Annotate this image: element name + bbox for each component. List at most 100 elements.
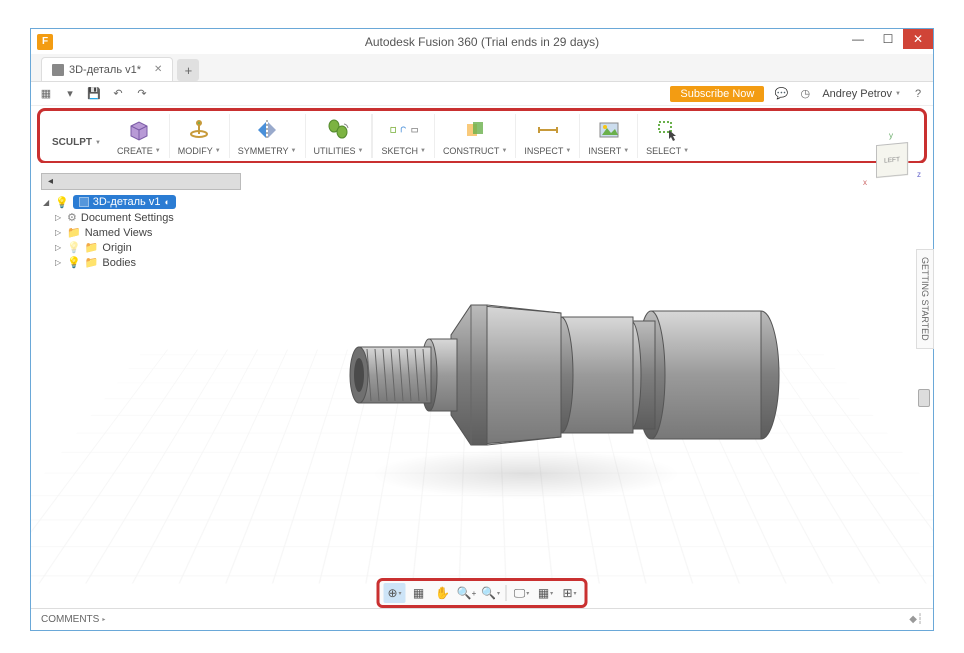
visibility-icon[interactable]: 💡 xyxy=(67,241,81,254)
browser-item-label: Named Views xyxy=(85,227,153,239)
window-title: Autodesk Fusion 360 (Trial ends in 29 da… xyxy=(31,35,933,49)
ribbon-highlight: SCULPT▼ CREATE▼ MODIFY▼ SYMMETRY▼ xyxy=(37,108,927,164)
navbar-highlight: ⊕▾ ▦ ✋ 🔍+ 🔍▾ 🖵▾ ▦▾ ⊞▾ xyxy=(377,578,588,608)
user-name: Andrey Petrov xyxy=(822,88,892,100)
browser-item-label: Origin xyxy=(102,242,131,254)
job-status-icon[interactable]: ◷ xyxy=(798,87,812,101)
modify-icon[interactable] xyxy=(185,116,213,144)
expand-icon[interactable]: ▷ xyxy=(55,228,63,237)
insert-label[interactable]: INSERT▼ xyxy=(588,146,629,156)
file-menu-icon[interactable]: ▾ xyxy=(63,87,77,101)
browser-item-origin[interactable]: ▷ 💡 📁 Origin xyxy=(41,240,241,255)
ribbon-group-inspect: INSPECT▼ xyxy=(516,114,580,158)
subscribe-button[interactable]: Subscribe Now xyxy=(670,86,764,102)
slider-thumb[interactable] xyxy=(918,389,930,407)
select-label[interactable]: SELECT▼ xyxy=(646,146,689,156)
axis-z-label: z xyxy=(917,170,921,179)
folder-icon: 📁 xyxy=(67,226,81,239)
sketch-icons[interactable] xyxy=(390,116,418,144)
construct-label[interactable]: CONSTRUCT▼ xyxy=(443,146,507,156)
data-panel-icon[interactable]: ▦ xyxy=(39,87,53,101)
expand-icon[interactable]: ▷ xyxy=(55,258,63,267)
comments-toggle[interactable]: COMMENTS ▸ xyxy=(41,614,105,625)
ribbon-toolbar: SCULPT▼ CREATE▼ MODIFY▼ SYMMETRY▼ xyxy=(44,114,920,158)
visibility-icon[interactable]: 💡 xyxy=(55,196,69,209)
browser-item-named-views[interactable]: ▷ 📁 Named Views xyxy=(41,225,241,240)
ribbon-group-select: SELECT▼ xyxy=(638,114,697,158)
nav-separator xyxy=(506,585,507,601)
select-icon[interactable] xyxy=(654,116,682,144)
notifications-icon[interactable]: 💬 xyxy=(774,87,788,101)
ribbon-group-insert: INSERT▼ xyxy=(580,114,638,158)
utilities-icon[interactable] xyxy=(324,116,352,144)
gear-icon: ⚙ xyxy=(67,211,77,224)
quick-access-toolbar: ▦ ▾ 💾 ↶ ↷ xyxy=(39,87,149,101)
user-menu[interactable]: Andrey Petrov▼ xyxy=(822,88,901,100)
browser-root-label[interactable]: 3D-деталь v1 ◐ xyxy=(73,195,176,209)
save-icon[interactable]: 💾 xyxy=(87,87,101,101)
ribbon-group-sketch: SKETCH▼ xyxy=(372,114,434,158)
model-part[interactable] xyxy=(311,265,811,485)
browser-item-bodies[interactable]: ▷ 💡 📁 Bodies xyxy=(41,255,241,270)
viewcube[interactable]: y LEFT z x xyxy=(867,135,917,185)
document-tab-close-icon[interactable]: ✕ xyxy=(154,64,162,75)
chevron-icon: ▸ xyxy=(102,616,105,623)
app-window: F Autodesk Fusion 360 (Trial ends in 29 … xyxy=(30,28,934,631)
ribbon-group-utilities: UTILITIES▼ xyxy=(306,114,373,158)
nav-look-button[interactable]: ▦ xyxy=(408,583,430,603)
viewcube-face[interactable]: LEFT xyxy=(876,142,908,178)
expand-icon[interactable]: ◢ xyxy=(43,198,51,207)
navigation-bar: ⊕▾ ▦ ✋ 🔍+ 🔍▾ 🖵▾ ▦▾ ⊞▾ xyxy=(384,583,581,603)
axis-x-label: x xyxy=(863,178,867,187)
construct-icon[interactable] xyxy=(461,116,489,144)
folder-icon: 📁 xyxy=(85,241,99,254)
workspace-switcher[interactable]: SCULPT▼ xyxy=(44,127,109,158)
symmetry-label[interactable]: SYMMETRY▼ xyxy=(238,146,297,156)
browser-root-row[interactable]: ◢ 💡 3D-деталь v1 ◐ xyxy=(41,194,241,210)
insert-icon[interactable] xyxy=(595,116,623,144)
modify-label[interactable]: MODIFY▼ xyxy=(178,146,221,156)
nav-grid-button[interactable]: ▦▾ xyxy=(535,583,557,603)
browser-header-bar[interactable]: ◂ BROWSER xyxy=(41,173,241,190)
browser-item-label: Bodies xyxy=(102,257,136,269)
inspect-label[interactable]: INSPECT▼ xyxy=(524,146,571,156)
nav-zoom-button[interactable]: 🔍+ xyxy=(456,583,478,603)
undo-icon[interactable]: ↶ xyxy=(111,87,125,101)
browser-panel: ◂ BROWSER ◢ 💡 3D-деталь v1 ◐ ▷ ⚙ Documen… xyxy=(41,173,241,270)
sketch-label[interactable]: SKETCH▼ xyxy=(381,146,425,156)
comments-bar: COMMENTS ▸ ◆┆ xyxy=(31,608,933,630)
browser-item-label: Document Settings xyxy=(81,212,174,224)
document-tabstrip: 3D-деталь v1* ✕ + xyxy=(31,54,933,82)
inspect-icon[interactable] xyxy=(534,116,562,144)
symmetry-icon[interactable] xyxy=(253,116,281,144)
ribbon-group-create: CREATE▼ xyxy=(109,114,170,158)
maximize-button[interactable]: ☐ xyxy=(873,29,903,49)
ribbon-group-symmetry: SYMMETRY▼ xyxy=(230,114,306,158)
help-icon[interactable]: ? xyxy=(911,87,925,101)
create-box-icon[interactable] xyxy=(125,116,153,144)
workspace-label: SCULPT xyxy=(52,137,92,148)
document-tab[interactable]: 3D-деталь v1* ✕ xyxy=(41,57,173,81)
utilities-label[interactable]: UTILITIES▼ xyxy=(314,146,364,156)
nav-orbit-button[interactable]: ⊕▾ xyxy=(384,583,406,603)
visibility-icon[interactable]: 💡 xyxy=(67,256,81,269)
redo-icon[interactable]: ↷ xyxy=(135,87,149,101)
app-icon: F xyxy=(37,34,53,50)
expand-icon[interactable]: ▷ xyxy=(55,243,63,252)
close-button[interactable]: ✕ xyxy=(903,29,933,49)
header-bar: ▦ ▾ 💾 ↶ ↷ Subscribe Now 💬 ◷ Andrey Petro… xyxy=(31,82,933,106)
nav-pan-button[interactable]: ✋ xyxy=(432,583,454,603)
new-tab-button[interactable]: + xyxy=(177,59,199,81)
create-label[interactable]: CREATE▼ xyxy=(117,146,161,156)
document-tab-icon xyxy=(52,64,64,76)
nav-display-button[interactable]: 🖵▾ xyxy=(511,583,533,603)
browser-item-document-settings[interactable]: ▷ ⚙ Document Settings xyxy=(41,210,241,225)
minimize-button[interactable]: — xyxy=(843,29,873,49)
expand-icon[interactable]: ▷ xyxy=(55,213,63,222)
timeline-marker-icon[interactable]: ◆┆ xyxy=(909,614,923,625)
getting-started-tab[interactable]: GETTING STARTED xyxy=(916,249,934,349)
nav-viewports-button[interactable]: ⊞▾ xyxy=(559,583,581,603)
document-tab-label: 3D-деталь v1* xyxy=(69,64,141,76)
nav-fit-button[interactable]: 🔍▾ xyxy=(480,583,502,603)
folder-icon: 📁 xyxy=(85,256,99,269)
